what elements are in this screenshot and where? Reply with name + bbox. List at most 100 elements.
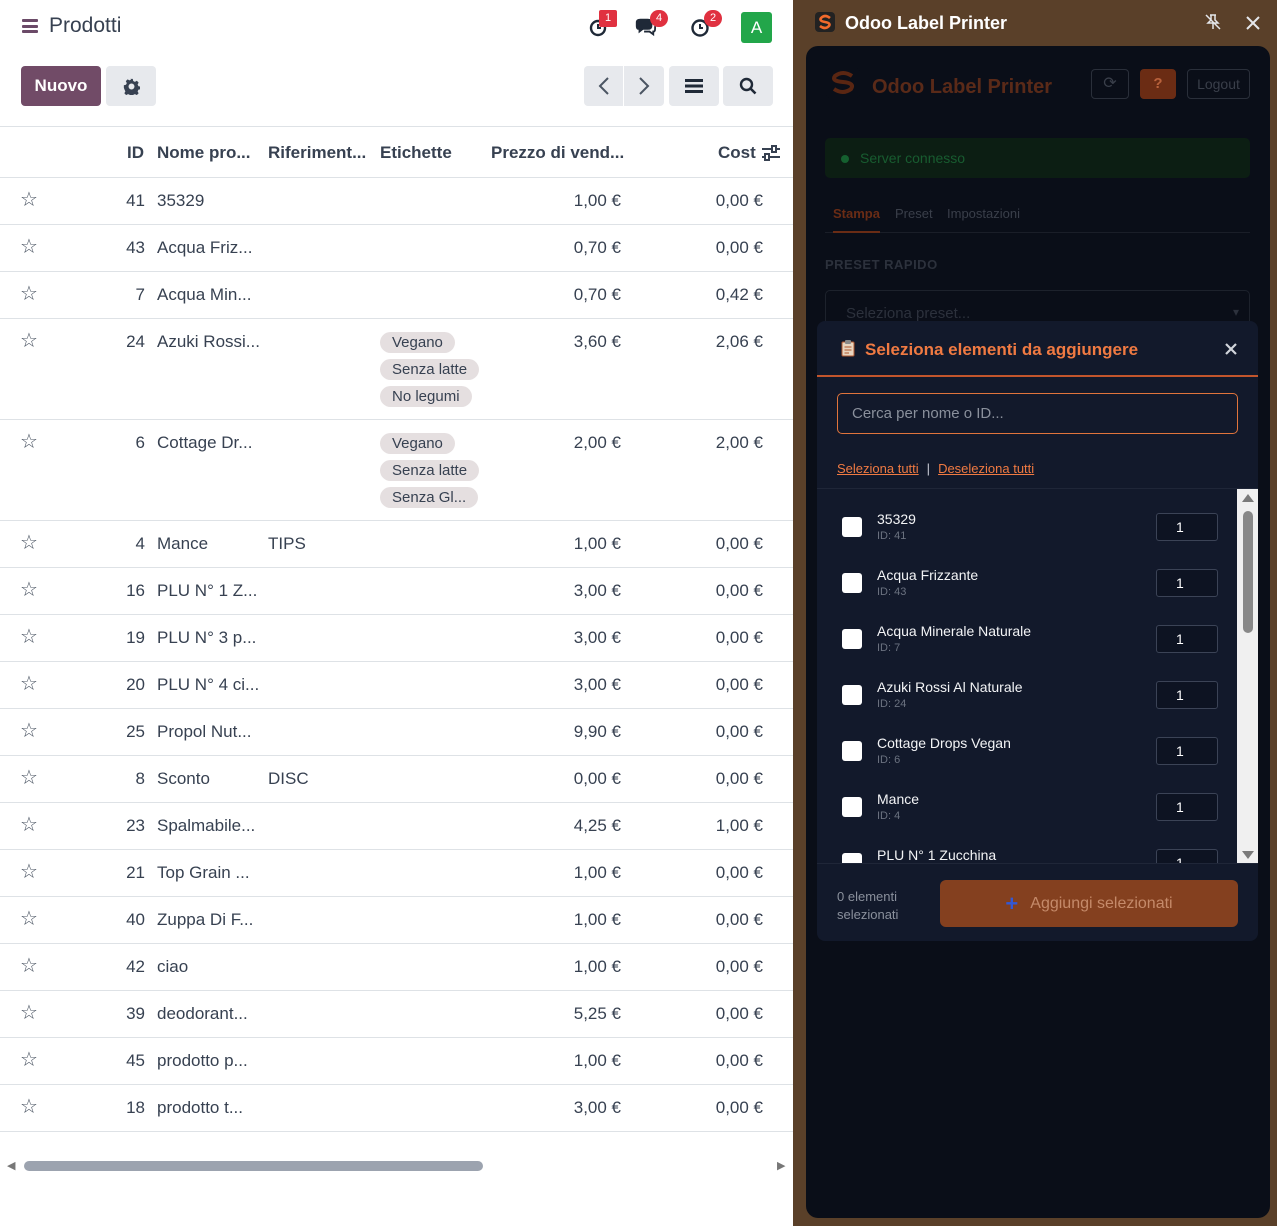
- favorite-star-icon[interactable]: ☆: [20, 674, 38, 694]
- quantity-input[interactable]: 1: [1156, 793, 1218, 821]
- tab-impostazioni[interactable]: Impostazioni: [947, 206, 1020, 221]
- settings-button[interactable]: [106, 66, 156, 106]
- table-row[interactable]: ☆ 43 Acqua Friz... 0,70 € 0,00 €: [0, 225, 793, 272]
- favorite-star-icon[interactable]: ☆: [20, 1050, 38, 1070]
- favorite-star-icon[interactable]: ☆: [20, 627, 38, 647]
- table-row[interactable]: ☆ 18 prodotto t... 3,00 € 0,00 €: [0, 1085, 793, 1132]
- item-checkbox[interactable]: [842, 741, 862, 761]
- list-item[interactable]: Azuki Rossi Al Naturale ID: 24 1: [817, 657, 1237, 713]
- quantity-input[interactable]: 1: [1156, 625, 1218, 653]
- favorite-star-icon[interactable]: ☆: [20, 331, 38, 351]
- table-row[interactable]: ☆ 20 PLU N° 4 ci... 3,00 € 0,00 €: [0, 662, 793, 709]
- table-row[interactable]: ☆ 45 prodotto p... 1,00 € 0,00 €: [0, 1038, 793, 1085]
- table-row[interactable]: ☆ 21 Top Grain ... 1,00 € 0,00 €: [0, 850, 793, 897]
- logout-button[interactable]: Logout: [1187, 69, 1250, 99]
- table-row[interactable]: ☆ 41 35329 1,00 € 0,00 €: [0, 178, 793, 225]
- cell-cost: 0,00 €: [715, 534, 763, 553]
- unpin-icon[interactable]: [1204, 13, 1222, 31]
- next-page-button[interactable]: [624, 66, 664, 106]
- favorite-star-icon[interactable]: ☆: [20, 190, 38, 210]
- table-row[interactable]: ☆ 16 PLU N° 1 Z... 3,00 € 0,00 €: [0, 568, 793, 615]
- messages-icon[interactable]: 4: [634, 10, 668, 38]
- horizontal-scrollbar[interactable]: ◀ ▶: [0, 1136, 793, 1226]
- scroll-left-arrow-icon[interactable]: ◀: [7, 1159, 15, 1172]
- link-separator: |: [926, 461, 931, 476]
- list-view-button[interactable]: [669, 66, 719, 106]
- favorite-star-icon[interactable]: ☆: [20, 533, 38, 553]
- scroll-right-arrow-icon[interactable]: ▶: [777, 1159, 785, 1172]
- table-row[interactable]: ☆ 8 Sconto DISC 0,00 € 0,00 €: [0, 756, 793, 803]
- column-cost[interactable]: Cost: [718, 143, 756, 163]
- scroll-thumb[interactable]: [24, 1161, 483, 1171]
- favorite-star-icon[interactable]: ☆: [20, 768, 38, 788]
- select-all-link[interactable]: Seleziona tutti: [837, 461, 919, 476]
- table-row[interactable]: ☆ 40 Zuppa Di F... 1,00 € 0,00 €: [0, 897, 793, 944]
- item-checkbox[interactable]: [842, 797, 862, 817]
- cell-cost: 0,00 €: [715, 910, 763, 929]
- close-modal-icon[interactable]: [1225, 343, 1237, 355]
- list-item[interactable]: Mance ID: 4 1: [817, 769, 1237, 825]
- favorite-star-icon[interactable]: ☆: [20, 1003, 38, 1023]
- table-row[interactable]: ☆ 42 ciao 1,00 € 0,00 €: [0, 944, 793, 991]
- tab-preset[interactable]: Preset: [895, 206, 933, 221]
- list-item[interactable]: PLU N° 1 Zucchina 1: [817, 825, 1237, 863]
- item-checkbox[interactable]: [842, 629, 862, 649]
- table-row[interactable]: ☆ 19 PLU N° 3 p... 3,00 € 0,00 €: [0, 615, 793, 662]
- quantity-input[interactable]: 1: [1156, 849, 1218, 863]
- favorite-star-icon[interactable]: ☆: [20, 815, 38, 835]
- quantity-input[interactable]: 1: [1156, 681, 1218, 709]
- favorite-star-icon[interactable]: ☆: [20, 956, 38, 976]
- table-row[interactable]: ☆ 23 Spalmabile... 4,25 € 1,00 €: [0, 803, 793, 850]
- favorite-star-icon[interactable]: ☆: [20, 721, 38, 741]
- activity-icon[interactable]: 1: [589, 10, 617, 38]
- column-sale-price[interactable]: Prezzo di vend...: [491, 143, 624, 163]
- column-name[interactable]: Nome pro...: [157, 143, 251, 163]
- quantity-input[interactable]: 1: [1156, 513, 1218, 541]
- table-row[interactable]: ☆ 6 Cottage Dr... 2,00 € 2,00 € Vegano Senza l…: [0, 420, 793, 521]
- favorite-star-icon[interactable]: ☆: [20, 1097, 38, 1117]
- product-table-body: ☆ 41 35329 1,00 € 0,00 € ☆ 43 Acqua Friz... 0,70…: [0, 178, 793, 1132]
- favorite-star-icon[interactable]: ☆: [20, 580, 38, 600]
- column-tags[interactable]: Etichette: [380, 143, 452, 163]
- favorite-star-icon[interactable]: ☆: [20, 909, 38, 929]
- list-item[interactable]: Cottage Drops Vegan ID: 6 1: [817, 713, 1237, 769]
- refresh-button[interactable]: ⟳: [1091, 69, 1129, 99]
- tab-stampa[interactable]: Stampa: [833, 206, 880, 233]
- new-button[interactable]: Nuovo: [21, 66, 101, 106]
- close-panel-icon[interactable]: [1246, 16, 1260, 30]
- user-avatar[interactable]: A: [741, 12, 772, 43]
- favorite-star-icon[interactable]: ☆: [20, 237, 38, 257]
- item-checkbox[interactable]: [842, 573, 862, 593]
- list-item[interactable]: 35329 ID: 41 1: [817, 489, 1237, 545]
- table-row[interactable]: ☆ 7 Acqua Min... 0,70 € 0,42 €: [0, 272, 793, 319]
- quantity-input[interactable]: 1: [1156, 737, 1218, 765]
- scroll-up-arrow-icon[interactable]: [1242, 494, 1254, 502]
- help-button[interactable]: ?: [1140, 69, 1176, 99]
- add-selected-button[interactable]: + Aggiungi selezionati: [940, 880, 1238, 927]
- item-search-input[interactable]: [837, 393, 1238, 434]
- table-row[interactable]: ☆ 39 deodorant... 5,25 € 0,00 €: [0, 991, 793, 1038]
- column-reference[interactable]: Riferiment...: [268, 143, 366, 163]
- table-row[interactable]: ☆ 24 Azuki Rossi... 3,60 € 2,06 € Vegano Senza…: [0, 319, 793, 420]
- quantity-input[interactable]: 1: [1156, 569, 1218, 597]
- favorite-star-icon[interactable]: ☆: [20, 862, 38, 882]
- deselect-all-link[interactable]: Deseleziona tutti: [938, 461, 1034, 476]
- scroll-thumb[interactable]: [1243, 511, 1253, 633]
- optional-columns-icon[interactable]: [761, 144, 781, 162]
- favorite-star-icon[interactable]: ☆: [20, 284, 38, 304]
- favorite-star-icon[interactable]: ☆: [20, 432, 38, 452]
- item-checkbox[interactable]: [842, 685, 862, 705]
- clock-icon[interactable]: 2: [690, 10, 722, 38]
- vertical-scrollbar[interactable]: [1237, 489, 1258, 863]
- table-row[interactable]: ☆ 25 Propol Nut... 9,90 € 0,00 €: [0, 709, 793, 756]
- table-row[interactable]: ☆ 4 Mance TIPS 1,00 € 0,00 €: [0, 521, 793, 568]
- list-item[interactable]: Acqua Minerale Naturale ID: 7 1: [817, 601, 1237, 657]
- previous-page-button[interactable]: [584, 66, 623, 106]
- list-item[interactable]: Acqua Frizzante ID: 43 1: [817, 545, 1237, 601]
- item-checkbox[interactable]: [842, 517, 862, 537]
- scroll-down-arrow-icon[interactable]: [1242, 851, 1254, 859]
- column-id[interactable]: ID: [127, 143, 144, 163]
- hamburger-menu-icon[interactable]: [22, 19, 38, 33]
- item-checkbox[interactable]: [842, 853, 862, 863]
- search-button[interactable]: [723, 66, 773, 106]
